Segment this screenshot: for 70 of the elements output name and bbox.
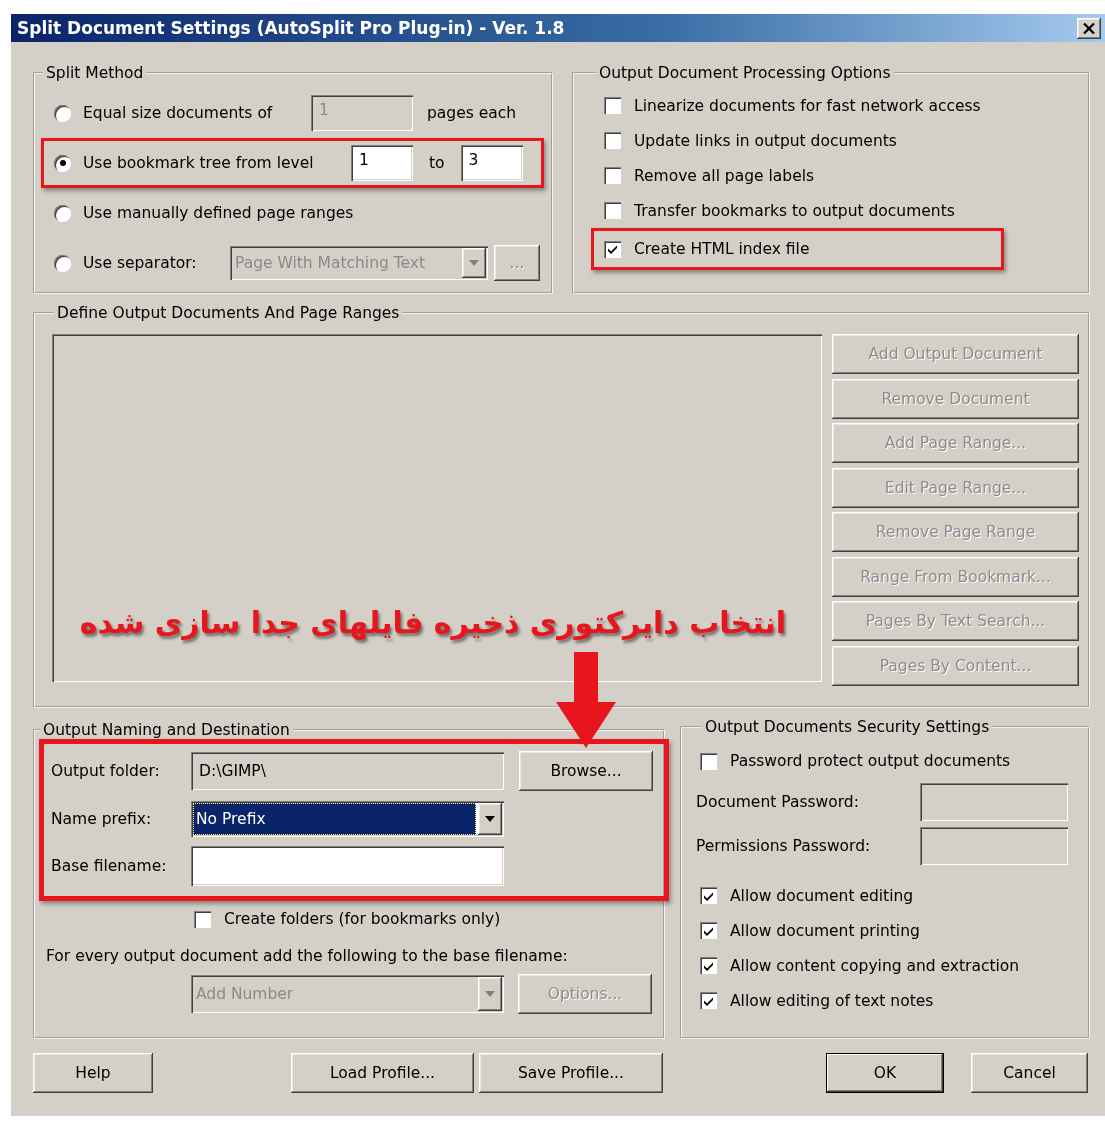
- checkbox[interactable]: [700, 752, 717, 770]
- checkmark-icon: [607, 244, 618, 254]
- option-label: Equal size documents of: [83, 104, 274, 122]
- checkbox-label: Password protect output documents: [730, 752, 1011, 770]
- suffix-label: pages each: [427, 104, 517, 122]
- text-field[interactable]: D:\GIMP\: [191, 752, 504, 790]
- radio-button[interactable]: [54, 254, 71, 272]
- checkbox[interactable]: [604, 240, 621, 258]
- checkbox-label: Create HTML index file: [634, 240, 810, 258]
- checkbox[interactable]: [604, 202, 621, 219]
- checkbox-label: Remove all page labels: [634, 166, 815, 185]
- number-field[interactable]: 3: [460, 145, 523, 181]
- option-label: Use bookmark tree from level: [83, 154, 315, 172]
- checkbox-label: Update links in output documents: [634, 131, 897, 150]
- caret-icon: [485, 991, 495, 997]
- checkbox[interactable]: [700, 957, 717, 974]
- instruction-text: For every output document add the following to the base filename:: [46, 947, 569, 965]
- checkbox-label: Allow document printing: [730, 921, 920, 940]
- browse-button[interactable]: Browse...: [519, 751, 653, 791]
- dropdown[interactable]: No Prefix: [191, 801, 504, 837]
- field-label: Output folder:: [51, 762, 161, 780]
- number-field[interactable]: 1: [311, 95, 413, 131]
- field-label: Permissions Password:: [696, 837, 872, 855]
- field-label: Document Password:: [696, 793, 860, 811]
- dialog-button[interactable]: Cancel: [971, 1053, 1088, 1093]
- text-field[interactable]: [191, 846, 504, 886]
- number-field[interactable]: 1: [351, 145, 413, 181]
- list-box[interactable]: انتخاب دایرکتوری ذخیره فایلهای جدا سازی شده: [52, 334, 822, 682]
- group-title: Output Naming and Destination: [42, 721, 291, 739]
- caret-icon: [485, 816, 495, 822]
- checkbox-label: Linearize documents for fast network access: [634, 96, 981, 115]
- dialog-button[interactable]: Load Profile...: [291, 1053, 474, 1093]
- radio-button[interactable]: [54, 104, 71, 122]
- caret-icon: [469, 260, 479, 266]
- checkbox[interactable]: [604, 132, 621, 149]
- group-title: Output Documents Security Settings: [704, 718, 991, 736]
- checkmark-icon: [703, 995, 714, 1006]
- checkbox-label: Allow content copying and extraction: [730, 956, 1020, 975]
- checkbox[interactable]: [700, 922, 717, 939]
- checkbox-label: Allow editing of text notes: [730, 991, 934, 1010]
- dialog-button[interactable]: OK: [826, 1053, 944, 1093]
- checkbox[interactable]: [700, 992, 717, 1009]
- close-icon: [1083, 22, 1095, 34]
- more-button[interactable]: ...: [494, 245, 540, 281]
- group-title: Output Document Processing Options: [598, 64, 892, 82]
- joiner-label: to: [429, 154, 445, 172]
- checkbox[interactable]: [604, 167, 621, 184]
- dialog-button[interactable]: Help: [33, 1053, 153, 1093]
- group-title: Define Output Documents And Page Ranges: [56, 304, 401, 322]
- checkbox[interactable]: [604, 97, 621, 114]
- checkbox-label: Allow document editing: [730, 886, 914, 905]
- field-label: Name prefix:: [51, 810, 153, 828]
- checkbox-label: Create folders (for bookmarks only): [224, 910, 501, 928]
- option-label: Use separator:: [83, 254, 198, 272]
- checkbox-label: Transfer bookmarks to output documents: [634, 201, 955, 220]
- radio-button[interactable]: [54, 204, 71, 222]
- checkbox[interactable]: [700, 887, 717, 904]
- dialog-button[interactable]: Save Profile...: [479, 1053, 663, 1093]
- checkmark-icon: [703, 960, 714, 971]
- field-label: Base filename:: [51, 857, 168, 875]
- group-title: Split Method: [45, 64, 145, 82]
- radio-button[interactable]: [54, 154, 71, 172]
- close-button[interactable]: [1077, 17, 1101, 39]
- checkmark-icon: [703, 925, 714, 936]
- dropdown[interactable]: Page With Matching Text: [230, 246, 488, 280]
- checkmark-icon: [703, 890, 714, 901]
- checkbox[interactable]: [194, 910, 211, 928]
- option-label: Use manually defined page ranges: [83, 204, 354, 222]
- window-title: Split Document Settings (AutoSplit Pro Plug-in) - Ver. 1.8: [17, 18, 565, 38]
- annotation-text: انتخاب دایرکتوری ذخیره فایلهای جدا سازی شده: [78, 605, 786, 640]
